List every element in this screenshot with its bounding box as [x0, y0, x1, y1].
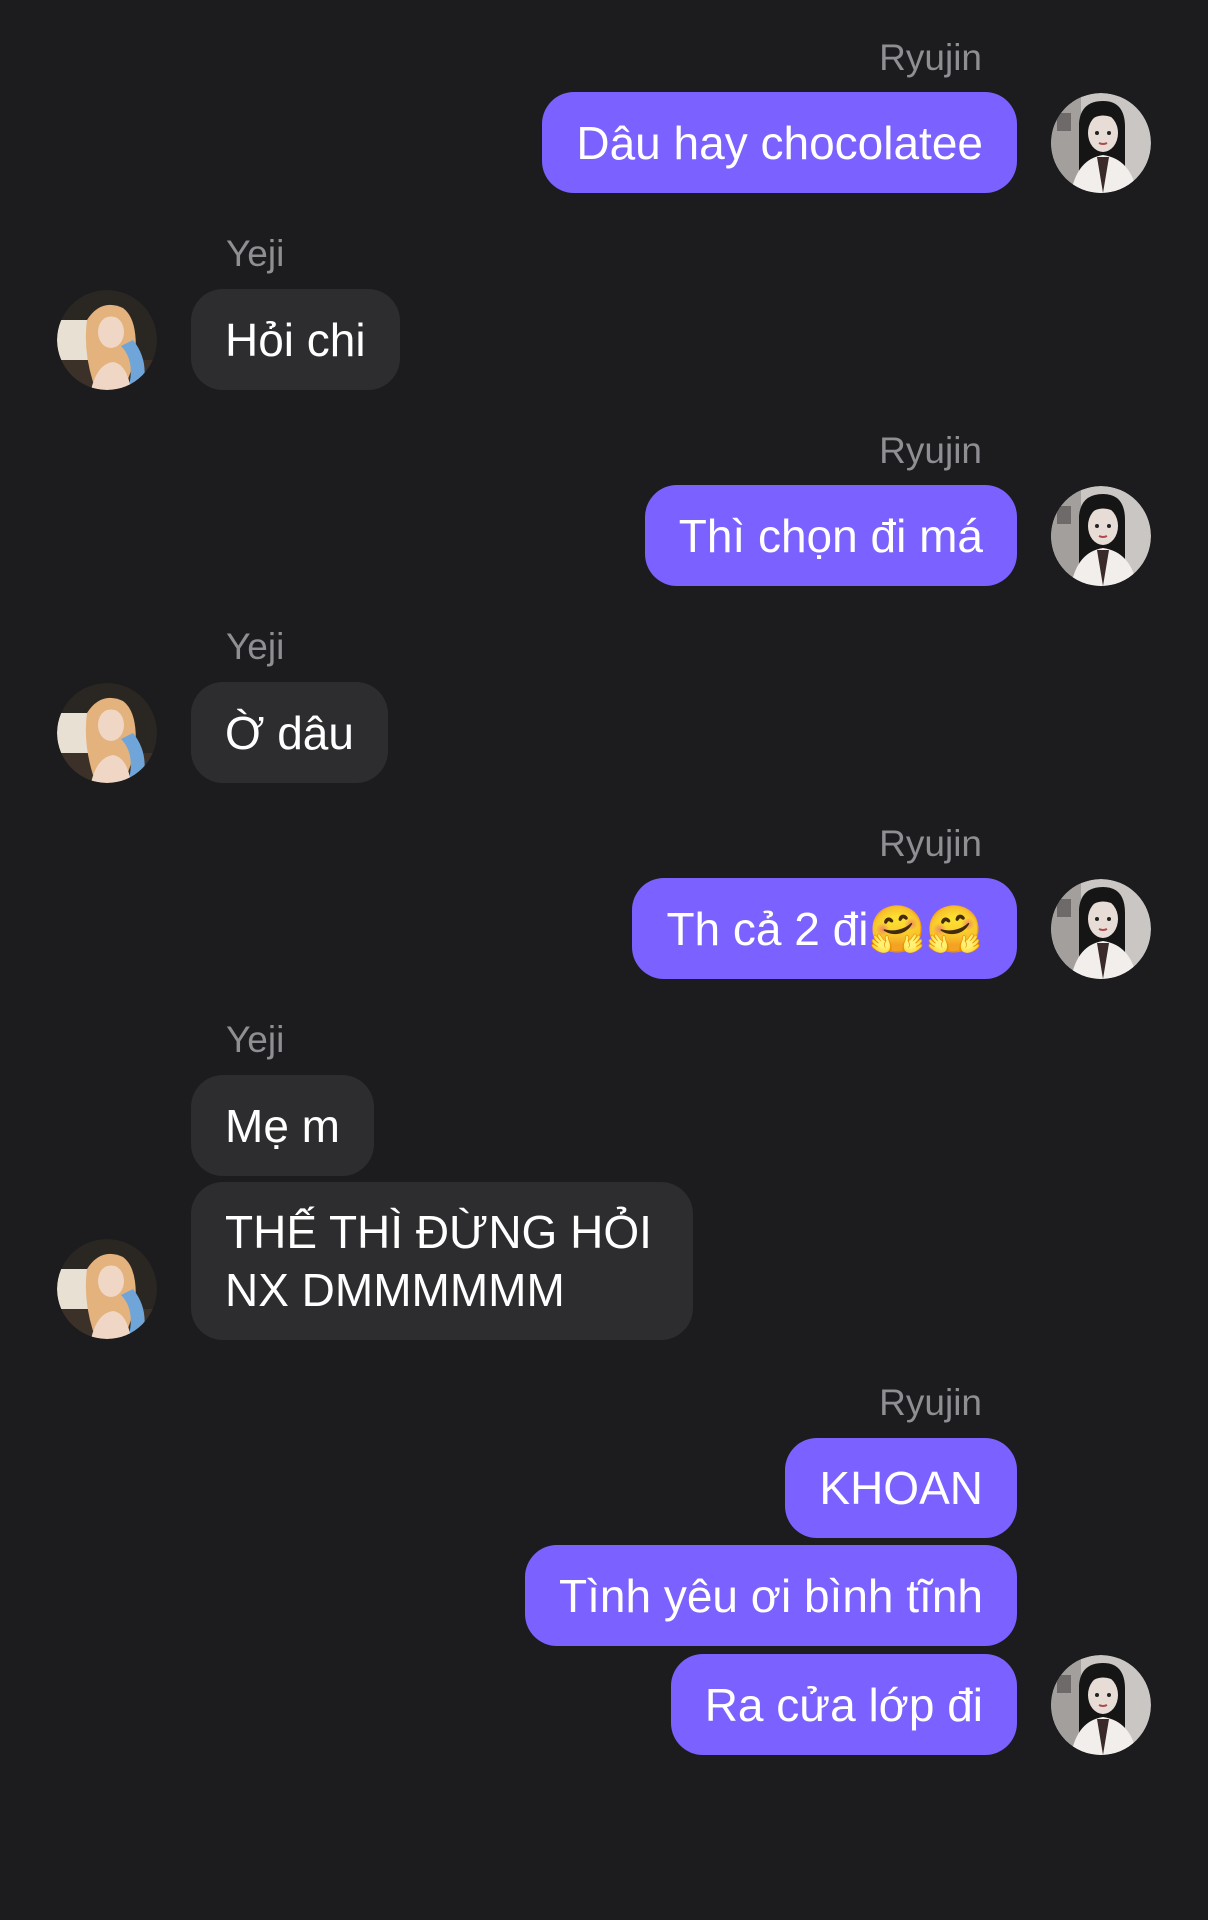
message-text: Ra cửa lớp đi	[704, 1678, 983, 1731]
sender-name: Ryujin	[879, 1382, 982, 1423]
message-text: Thì chọn đi má	[678, 509, 983, 562]
message-bubble-incoming[interactable]: Mẹ m	[191, 1075, 374, 1176]
chat-thread: Ryujin Dâu hay chocolatee Yeji Hỏi chi R…	[0, 0, 1208, 1920]
sender-name: Ryujin	[879, 37, 982, 78]
message-bubble-incoming[interactable]: THẾ THÌ ĐỪNG HỎI NX DMMMMMM	[191, 1182, 693, 1340]
ryujin-avatar-icon[interactable]	[1051, 1655, 1151, 1755]
message-bubble-outgoing[interactable]: Thì chọn đi má	[644, 485, 1017, 586]
ryujin-avatar-icon[interactable]	[1051, 93, 1151, 193]
message-text: Th cả 2 đi🤗🤗	[666, 902, 983, 955]
message-bubble-outgoing[interactable]: Th cả 2 đi🤗🤗	[632, 878, 1017, 979]
message-text: Tình yêu ơi bình tĩnh	[559, 1569, 983, 1622]
message-text: Mẹ m	[225, 1099, 340, 1152]
message-bubble-outgoing[interactable]: Ra cửa lớp đi	[670, 1654, 1017, 1755]
message-text: Dâu hay chocolatee	[576, 116, 983, 169]
message-bubble-outgoing[interactable]: Dâu hay chocolatee	[542, 92, 1017, 193]
sender-name: Ryujin	[879, 430, 982, 471]
ryujin-avatar-icon[interactable]	[1051, 879, 1151, 979]
sender-name: Yeji	[226, 1019, 285, 1060]
message-bubble-outgoing[interactable]: Tình yêu ơi bình tĩnh	[525, 1545, 1017, 1646]
sender-name: Yeji	[226, 233, 285, 274]
message-text: THẾ THÌ ĐỪNG HỎI NX DMMMMMM	[225, 1206, 652, 1316]
message-text: Hỏi chi	[225, 313, 366, 366]
yeji-avatar-icon[interactable]	[57, 1239, 157, 1339]
message-text: KHOAN	[819, 1462, 983, 1514]
sender-name: Ryujin	[879, 823, 982, 864]
sender-name: Yeji	[226, 626, 285, 667]
message-text: Ờ dâu	[225, 706, 354, 759]
yeji-avatar-icon[interactable]	[57, 290, 157, 390]
message-bubble-incoming[interactable]: Hỏi chi	[191, 289, 400, 390]
message-bubble-outgoing[interactable]: KHOAN	[785, 1438, 1017, 1538]
message-bubble-incoming[interactable]: Ờ dâu	[191, 682, 388, 783]
ryujin-avatar-icon[interactable]	[1051, 486, 1151, 586]
yeji-avatar-icon[interactable]	[57, 683, 157, 783]
